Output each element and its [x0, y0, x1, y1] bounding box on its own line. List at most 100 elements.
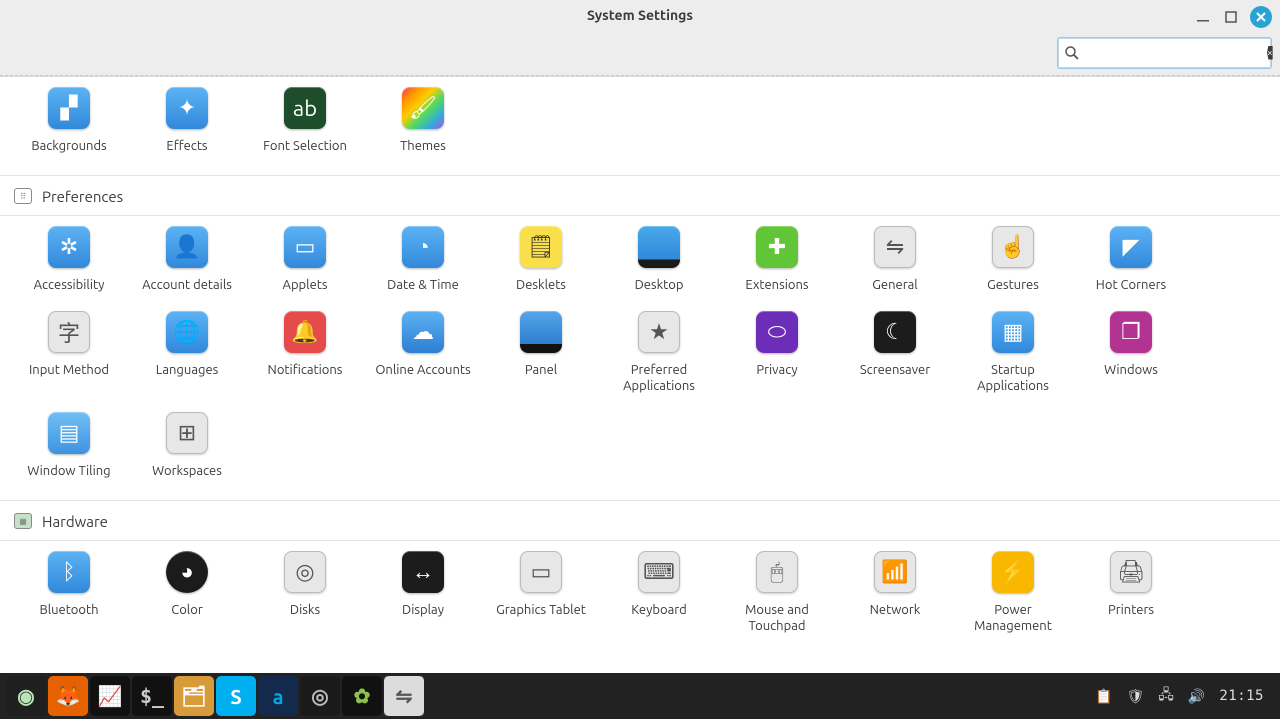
section-preferences: ⠿ Preferences: [0, 175, 1280, 216]
setting-general[interactable]: ⇋General: [836, 224, 954, 296]
input-icon: 字: [48, 311, 90, 353]
setting-effects[interactable]: ✦ Effects: [128, 85, 246, 157]
close-button[interactable]: [1250, 6, 1272, 28]
setting-backgrounds[interactable]: ▞Backgrounds: [10, 85, 128, 157]
star-icon: ★: [638, 311, 680, 353]
minimize-button[interactable]: [1194, 8, 1212, 26]
taskbar-settings[interactable]: ⇋: [384, 676, 424, 716]
taskbar-menu[interactable]: ◉: [6, 676, 46, 716]
setting-window-tiling[interactable]: ▤Window Tiling: [10, 410, 128, 482]
taskbar-obs[interactable]: ◎: [300, 676, 340, 716]
setting-online-accounts[interactable]: ☁Online Accounts: [364, 309, 482, 396]
setting-label: Workspaces: [152, 464, 222, 480]
shield-tray-icon[interactable]: 🛡: [1127, 688, 1145, 705]
taskbar: ◉🦊📈$_🗂Sa◎✿⇋ 📋 🛡 🖧 🔊 21:15: [0, 673, 1280, 719]
setting-disks[interactable]: ◎Disks: [246, 549, 364, 636]
setting-themes[interactable]: 🖌Themes: [364, 85, 482, 157]
setting-privacy[interactable]: ⬭Privacy: [718, 309, 836, 396]
setting-display[interactable]: ↔ Display: [364, 549, 482, 636]
setting-screensaver[interactable]: ☾Screensaver: [836, 309, 954, 396]
setting-accessibility[interactable]: ✲ Accessibility: [10, 224, 128, 296]
setting-startup-applications[interactable]: ▦Startup Applications: [954, 309, 1072, 396]
tablet-icon: ▭: [520, 551, 562, 593]
preferences-title: Preferences: [42, 188, 123, 205]
note-icon: 🗒: [520, 226, 562, 268]
setting-label: Accessibility: [34, 278, 105, 294]
wand-icon: ✦: [166, 87, 208, 129]
corner-icon: ◤: [1110, 226, 1152, 268]
taskbar-pinwheel[interactable]: ✿: [342, 676, 382, 716]
puzzle-icon: ✚: [756, 226, 798, 268]
setting-bluetooth[interactable]: ᛒBluetooth: [10, 549, 128, 636]
setting-label: Display: [402, 603, 444, 619]
clipboard-tray-icon[interactable]: 📋: [1095, 688, 1112, 705]
disk-icon: ◎: [284, 551, 326, 593]
setting-label: Languages: [156, 363, 219, 379]
setting-applets[interactable]: ▭ Applets: [246, 224, 364, 296]
keyboard-icon: ⌨: [638, 551, 680, 593]
accessibility-icon: ✲: [48, 226, 90, 268]
volume-tray-icon[interactable]: 🔊: [1188, 688, 1205, 705]
display-icon: ↔: [402, 551, 444, 593]
clear-search-icon[interactable]: ×: [1267, 46, 1273, 60]
search-box[interactable]: ×: [1057, 37, 1272, 69]
clock-icon: ◔: [402, 226, 444, 268]
setting-label: Account details: [142, 278, 232, 294]
setting-network[interactable]: 📶Network: [836, 549, 954, 636]
setting-gestures[interactable]: ☝ Gestures: [954, 224, 1072, 296]
setting-label: Screensaver: [860, 363, 930, 379]
setting-desklets[interactable]: 🗒Desklets: [482, 224, 600, 296]
setting-mouse-and-touchpad[interactable]: 🖱Mouse and Touchpad: [718, 549, 836, 636]
setting-label: Gestures: [987, 278, 1039, 294]
taskbar-amazon[interactable]: a: [258, 676, 298, 716]
hardware-grid: ᛒBluetooth ◕ Color ◎Disks ↔ Display ▭ Graphics …: [0, 541, 1280, 636]
setting-label: Preferred Applications: [604, 363, 714, 394]
setting-label: Input Method: [29, 363, 109, 379]
setting-label: Applets: [283, 278, 328, 294]
setting-notifications[interactable]: 🔔Notifications: [246, 309, 364, 396]
settings-content: ▞Backgrounds ✦ Effects abFont Selection🖌The…: [0, 76, 1280, 673]
setting-font-selection[interactable]: abFont Selection: [246, 85, 364, 157]
setting-label: General: [872, 278, 917, 294]
maximize-button[interactable]: [1222, 8, 1240, 26]
setting-hot-corners[interactable]: ◤ Hot Corners: [1072, 224, 1190, 296]
clock[interactable]: 21:15: [1219, 688, 1264, 704]
setting-workspaces[interactable]: ⊞Workspaces: [128, 410, 246, 482]
setting-label: Effects: [166, 139, 207, 155]
setting-graphics-tablet[interactable]: ▭ Graphics Tablet: [482, 549, 600, 636]
setting-label: Color: [171, 603, 203, 619]
setting-windows[interactable]: ❐Windows: [1072, 309, 1190, 396]
setting-date-time[interactable]: ◔Date & Time: [364, 224, 482, 296]
setting-label: Backgrounds: [31, 139, 106, 155]
setting-label: Font Selection: [263, 139, 347, 155]
setting-desktop[interactable]: Desktop: [600, 224, 718, 296]
setting-color[interactable]: ◕ Color: [128, 549, 246, 636]
setting-extensions[interactable]: ✚Extensions: [718, 224, 836, 296]
setting-account-details[interactable]: 👤Account details: [128, 224, 246, 296]
taskbar-skype[interactable]: S: [216, 676, 256, 716]
setting-input-method[interactable]: 字 Input Method: [10, 309, 128, 396]
setting-label: Graphics Tablet: [496, 603, 586, 619]
wifi-icon: 📶: [874, 551, 916, 593]
setting-label: Desktop: [635, 278, 684, 294]
setting-label: Hot Corners: [1096, 278, 1166, 294]
setting-power-management[interactable]: ⚡Power Management: [954, 549, 1072, 636]
setting-printers[interactable]: 🖨Printers: [1072, 549, 1190, 636]
setting-preferred-applications[interactable]: ★ Preferred Applications: [600, 309, 718, 396]
taskbar-files[interactable]: 🗂: [174, 676, 214, 716]
setting-label: Bluetooth: [39, 603, 98, 619]
setting-panel[interactable]: Panel: [482, 309, 600, 396]
taskbar-monitor[interactable]: 📈: [90, 676, 130, 716]
search-input[interactable]: [1086, 45, 1267, 61]
section-hardware: ▦ Hardware: [0, 500, 1280, 541]
setting-keyboard[interactable]: ⌨Keyboard: [600, 549, 718, 636]
setting-languages[interactable]: 🌐Languages: [128, 309, 246, 396]
touch-icon: ☝: [992, 226, 1034, 268]
taskbar-firefox[interactable]: 🦊: [48, 676, 88, 716]
color-icon: ◕: [166, 551, 208, 593]
taskbar-terminal[interactable]: $_: [132, 676, 172, 716]
network-tray-icon[interactable]: 🖧: [1158, 684, 1174, 708]
applets-icon: ▭: [284, 226, 326, 268]
setting-label: Notifications: [268, 363, 343, 379]
printer-icon: 🖨: [1110, 551, 1152, 593]
